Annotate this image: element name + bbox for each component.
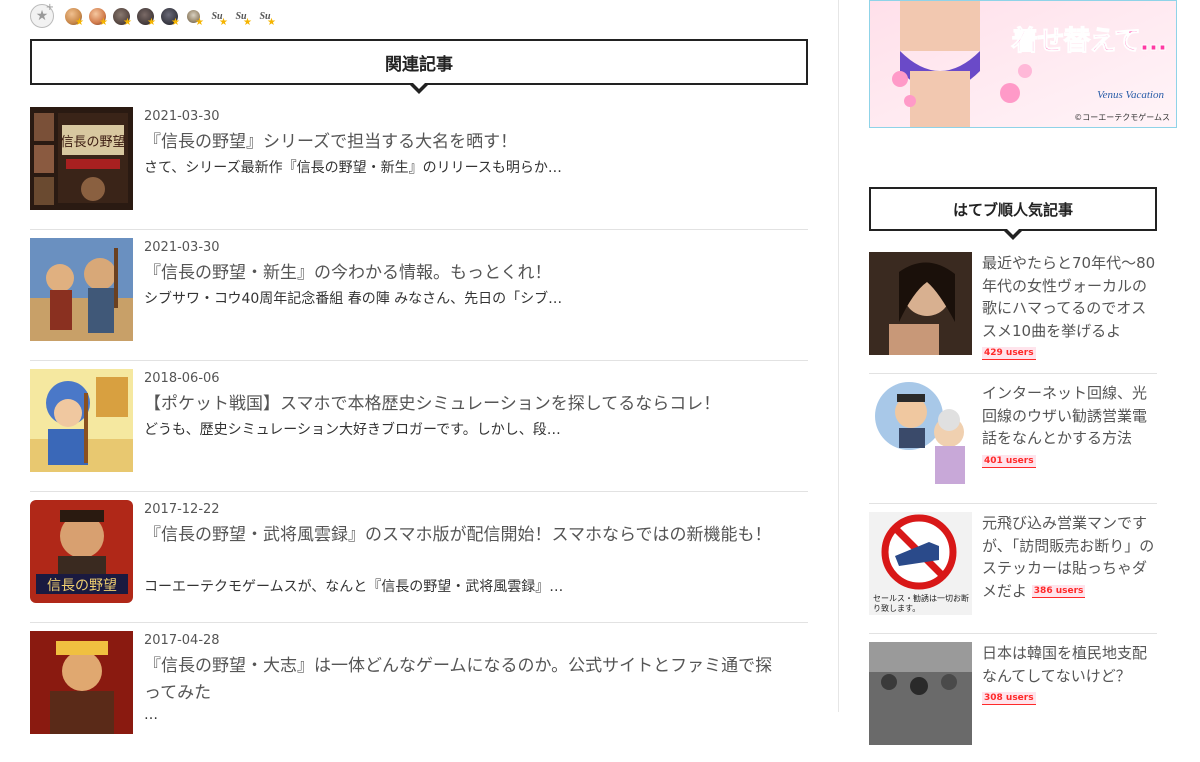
article-title[interactable]: 『信長の野望・大志』は一体どんなゲームになるのか。公式サイトとファミ通で探ってみ…	[144, 653, 784, 707]
star-user[interactable]: ★	[158, 5, 180, 28]
article-excerpt: シブサワ・コウ40周年記念番組 春の陣 みなさん、先日の「シブ…	[144, 291, 563, 307]
popular-item[interactable]: インターネット回線、光回線のウザい勧誘営業電話をなんとかする方法 401 user…	[869, 382, 1157, 504]
related-articles-list: 信長の野望 2021-03-30 『信長の野望』シリーズで担当する大名を晒す！ …	[30, 107, 808, 762]
popular-title[interactable]: 日本は韓国を植民地支配なんてしてないけど？ 308 users	[982, 642, 1157, 710]
hatena-users-badge[interactable]: 401 users	[982, 454, 1036, 468]
article-item[interactable]: 2021-03-30 『信長の野望・新生』の今わかる情報。もっとくれ！ シブサワ…	[30, 238, 808, 369]
article-thumbnail[interactable]	[30, 238, 133, 341]
article-title[interactable]: 『信長の野望・新生』の今わかる情報。もっとくれ！	[144, 260, 784, 287]
heading-notch	[1002, 227, 1024, 240]
divider	[869, 633, 1157, 634]
star-icon: ★	[147, 17, 156, 28]
star-user[interactable]: Su ★	[254, 5, 276, 28]
popular-title[interactable]: インターネット回線、光回線のウザい勧誘営業電話をなんとかする方法 401 user…	[982, 382, 1157, 472]
banner-copyright: ©コーエーテクモゲームス	[1074, 113, 1170, 122]
article-item[interactable]: 2017-04-28 『信長の野望・大志』は一体どんなゲームになるのか。公式サイ…	[30, 631, 808, 762]
popular-title[interactable]: 最近やたらと70年代〜80年代の女性ヴォーカルの歌にハマってるのでオススメ10曲…	[982, 252, 1157, 365]
star-icon: ★	[267, 17, 276, 28]
article-item[interactable]: 2018-06-06 【ポケット戦国】スマホで本格歴史シミュレーションを探してる…	[30, 369, 808, 500]
article-excerpt: …	[144, 707, 158, 723]
star-icon: ★	[75, 17, 84, 28]
popular-thumbnail[interactable]	[869, 252, 972, 355]
popular-title[interactable]: 元飛び込み営業マンですが、「訪問販売お断り」のステッカーは貼っちゃダメだよ 38…	[982, 512, 1157, 602]
article-date: 2021-03-30	[144, 240, 220, 255]
article-item[interactable]: 信長の野望 2021-03-30 『信長の野望』シリーズで担当する大名を晒す！ …	[30, 107, 808, 238]
banner-text: 着せ替えて…	[1011, 26, 1168, 58]
related-heading-text: 関連記事	[385, 54, 453, 75]
column-divider	[838, 0, 839, 712]
article-excerpt: コーエーテクモゲームスが、なんと『信長の野望・武将風雲録』…	[144, 579, 564, 595]
related-articles-heading: 関連記事	[30, 39, 808, 94]
divider	[869, 373, 1157, 374]
article-date: 2017-04-28	[144, 633, 220, 648]
star-icon: ★	[195, 17, 204, 28]
star-icon: ★	[123, 17, 132, 28]
popular-item[interactable]: 日本は韓国を植民地支配なんてしてないけど？ 308 users	[869, 642, 1157, 745]
heading-notch	[408, 81, 430, 94]
article-thumbnail[interactable]: 信長の野望	[30, 500, 133, 603]
svg-text:信長の野望: 信長の野望	[60, 134, 125, 150]
hatena-users-badge[interactable]: 308 users	[982, 692, 1036, 705]
divider	[869, 503, 1157, 504]
divider	[30, 360, 808, 361]
star-user[interactable]: ★	[134, 5, 156, 28]
article-excerpt: どうも、歴史シミュレーション大好きブロガーです。しかし、段…	[144, 422, 561, 438]
article-item[interactable]: 信長の野望 2017-12-22 『信長の野望・武将風雲録』のスマホ版が配信開始…	[30, 500, 808, 631]
article-date: 2017-12-22	[144, 502, 220, 517]
article-thumbnail[interactable]	[30, 631, 133, 734]
hatena-users-badge[interactable]: 386 users	[1031, 584, 1086, 598]
star-user[interactable]: Su ★	[230, 5, 252, 28]
star-user[interactable]: ★	[182, 5, 204, 28]
popular-item[interactable]: 最近やたらと70年代〜80年代の女性ヴォーカルの歌にハマってるのでオススメ10曲…	[869, 252, 1157, 374]
star-user[interactable]: ★	[86, 5, 108, 28]
star-user[interactable]: ★	[110, 5, 132, 28]
article-title[interactable]: 『信長の野望』シリーズで担当する大名を晒す！	[144, 129, 784, 156]
star-icon: ★	[171, 17, 180, 28]
popular-articles-heading: はてブ順人気記事	[869, 187, 1157, 240]
popular-heading-text: はてブ順人気記事	[952, 200, 1073, 219]
sticker-caption: セールス・勧誘は一切お断り致します。	[873, 594, 969, 613]
popular-thumbnail[interactable]	[869, 382, 972, 485]
article-thumbnail[interactable]	[30, 369, 133, 472]
article-thumbnail[interactable]: 信長の野望	[30, 107, 133, 210]
article-title[interactable]: 【ポケット戦国】スマホで本格歴史シミュレーションを探してるならコレ！	[144, 391, 784, 418]
add-star-icon[interactable]: ★ +	[30, 2, 54, 28]
star-row: ★ + ★ ★ ★ ★ ★ ★ Su ★ Su ★ Su ★	[30, 2, 276, 29]
divider	[30, 229, 808, 230]
star-icon: ★	[243, 17, 252, 28]
popular-thumbnail[interactable]	[869, 642, 972, 745]
star-icon: ★	[99, 17, 108, 28]
banner-logo: Venus Vacation	[1097, 89, 1164, 101]
hatena-users-badge[interactable]: 429 users	[982, 347, 1036, 360]
divider	[30, 622, 808, 623]
star-user[interactable]: Su ★	[206, 5, 228, 28]
article-excerpt: さて、シリーズ最新作『信長の野望・新生』のリリースも明らか…	[144, 160, 562, 176]
article-date: 2021-03-30	[144, 109, 220, 124]
divider	[30, 491, 808, 492]
article-date: 2018-06-06	[144, 371, 220, 386]
star-icon: ★	[219, 17, 228, 28]
article-title[interactable]: 『信長の野望・武将風雲録』のスマホ版が配信開始！スマホならではの新機能も！	[144, 522, 784, 549]
svg-text:信長の野望: 信長の野望	[47, 578, 117, 594]
popular-item[interactable]: セールス・勧誘は一切お断り致します。 元飛び込み営業マンですが、「訪問販売お断り…	[869, 512, 1157, 634]
star-user[interactable]: ★	[62, 5, 84, 28]
banner-ad[interactable]: 着せ替えて… Venus Vacation ©コーエーテクモゲームス	[869, 0, 1177, 128]
